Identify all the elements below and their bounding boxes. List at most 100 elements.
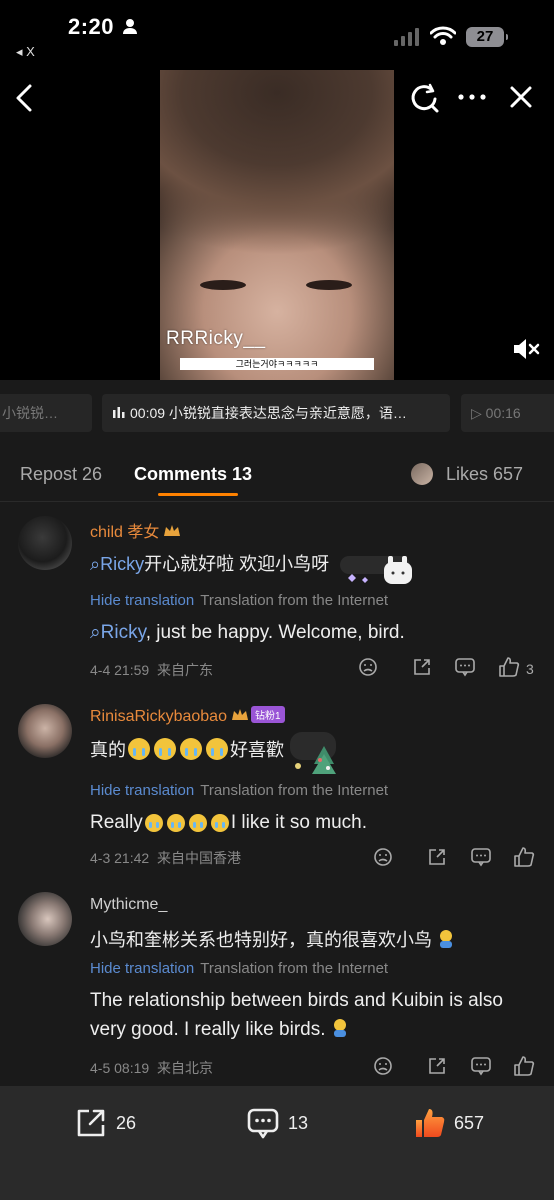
comment-location: 来自广东 [156,662,213,678]
username-text: child 孝女 [90,524,160,541]
crown-badge-icon [231,709,248,720]
person-emoji-icon [440,930,452,948]
hide-translation-link[interactable]: Hide translation [90,782,194,799]
avatar[interactable] [18,704,72,758]
translated-text: The relationship between birds and Kuibi… [90,986,520,1044]
translation-row: Hide translation Translation from the Int… [90,592,388,609]
comment-body: 开心就好啦 欢迎小鸟呀 [144,554,330,574]
episode-chip-next[interactable]: ▷ 00:16 [461,394,554,432]
battery-indicator: 27 [466,27,508,47]
hide-translation-link[interactable]: Hide translation [90,960,194,977]
audio-bars-icon [113,407,125,418]
translation-row: Hide translation Translation from the Int… [90,960,388,977]
crying-emoji-icon [154,738,176,760]
mention-link-translated[interactable]: ⌕Ricky [90,622,146,643]
person-emoji-icon [333,1019,346,1037]
episode-chip[interactable]: 小锐锐… [0,394,92,432]
like-icon[interactable] [498,656,520,678]
translation-source: Translation from the Internet [200,960,389,977]
avatar [411,463,433,485]
bottom-action-bar: 26 13 657 [0,1086,554,1200]
comment-meta: 4-4 21:59 来自广东 [90,660,213,680]
comment-list: child 孝女 ⌕Ricky开心就好啦 欢迎小鸟呀 Hide translat… [0,502,554,1086]
crying-emoji-icon [128,738,150,760]
comment-date: 4-4 21:59 [90,662,150,678]
dislike-icon[interactable] [373,1056,393,1076]
tab-comments[interactable]: Comments 13 [134,464,252,485]
crying-emoji-icon [210,814,229,832]
mention-link[interactable]: ⌕Ricky [90,554,144,574]
video-image-detail-2 [306,280,352,290]
list-item: RinisaRickybaobao 钻粉1 真的 好喜歡 Hide translat… [0,692,554,878]
avatar[interactable] [18,516,72,570]
search-refresh-icon[interactable] [408,82,440,114]
comment-username[interactable]: Mythicme_ [90,896,167,914]
translation-body-end: I like it so much. [230,812,368,833]
comment-button[interactable]: 13 [246,1106,308,1140]
crying-emoji-icon [206,738,228,760]
person-icon [123,19,137,34]
status-time: 2:20 [68,14,115,39]
more-icon[interactable] [456,92,488,102]
comment-meta: 4-3 21:42 来自中国香港 [90,848,241,868]
video-player[interactable]: RRRicky__ 그러는거야ㅋㅋㅋㅋㅋ [0,56,554,380]
like-button[interactable]: 657 [414,1106,484,1140]
like-icon[interactable] [513,846,535,868]
share-icon[interactable] [412,657,432,677]
mention-name: Ricky [100,554,145,574]
tree-sticker-icon [290,732,336,774]
like-count: 657 [454,1112,485,1133]
active-tab-indicator [158,493,238,496]
like-icon [416,1109,445,1137]
bunny-sticker-icon [340,556,412,584]
tab-likes[interactable]: Likes 657 [446,464,523,485]
comment-icon[interactable] [470,847,492,867]
crown-badge-icon [164,525,181,536]
mention-name: Ricky [100,622,146,643]
translation-source: Translation from the Internet [200,592,389,609]
like-count: 3 [526,661,534,677]
comment-icon[interactable] [454,657,476,677]
episode-chip-current[interactable]: 00:09 小锐锐直接表达思念与亲近意愿，语… [102,394,450,432]
dislike-icon[interactable] [358,657,378,677]
video-frame[interactable]: RRRicky__ 그러는거야ㅋㅋㅋㅋㅋ [160,70,394,380]
comment-date: 4-3 21:42 [90,850,150,866]
episode-strip: 小锐锐… 00:09 小锐锐直接表达思念与亲近意愿，语… ▷ 00:16 [0,380,554,444]
video-watermark: RRRicky__ [166,328,266,349]
comment-location: 来自北京 [156,1060,213,1076]
comment-meta: 4-5 08:19 来自北京 [90,1058,213,1078]
dislike-icon[interactable] [373,847,393,867]
repost-button[interactable]: 26 [74,1106,136,1140]
translation-body: , just be happy. Welcome, bird. [145,622,405,643]
username-text: RinisaRickybaobao [90,708,227,725]
mute-icon[interactable] [512,337,542,361]
share-icon[interactable] [427,1056,447,1076]
translation-body: Really [90,812,143,833]
list-item: Mythicme_ 小鸟和奎彬关系也特别好，真的很喜欢小鸟 Hide trans… [0,882,554,1082]
video-image-detail [200,280,246,290]
list-item: child 孝女 ⌕Ricky开心就好啦 欢迎小鸟呀 Hide translat… [0,502,554,688]
comment-body: 真的 [90,740,126,760]
repost-count: 26 [116,1112,137,1133]
fan-badge: 钻粉1 [250,706,285,723]
comment-username[interactable]: RinisaRickybaobao 钻粉1 [90,706,285,726]
close-icon[interactable] [508,84,534,110]
translated-text: Really I like it so much. [90,808,520,837]
wifi-icon [430,26,456,45]
tab-repost[interactable]: Repost 26 [20,464,102,485]
hide-translation-link[interactable]: Hide translation [90,592,194,609]
comment-body: 小鸟和奎彬关系也特别好，真的很喜欢小鸟 [90,930,432,950]
like-icon[interactable] [513,1055,535,1077]
username-text: Mythicme_ [90,896,168,913]
comment-date: 4-5 08:19 [90,1060,150,1076]
comment-icon[interactable] [470,1056,492,1076]
share-icon[interactable] [427,847,447,867]
crying-emoji-icon [188,814,207,832]
back-icon[interactable] [12,82,36,114]
crying-emoji-icon [180,738,202,760]
video-subtitle: 그러는거야ㅋㅋㅋㅋㅋ [180,358,374,370]
comment-location: 来自中国香港 [156,850,241,866]
comment-username[interactable]: child 孝女 [90,518,181,542]
crying-emoji-icon [144,814,163,832]
avatar[interactable] [18,892,72,946]
